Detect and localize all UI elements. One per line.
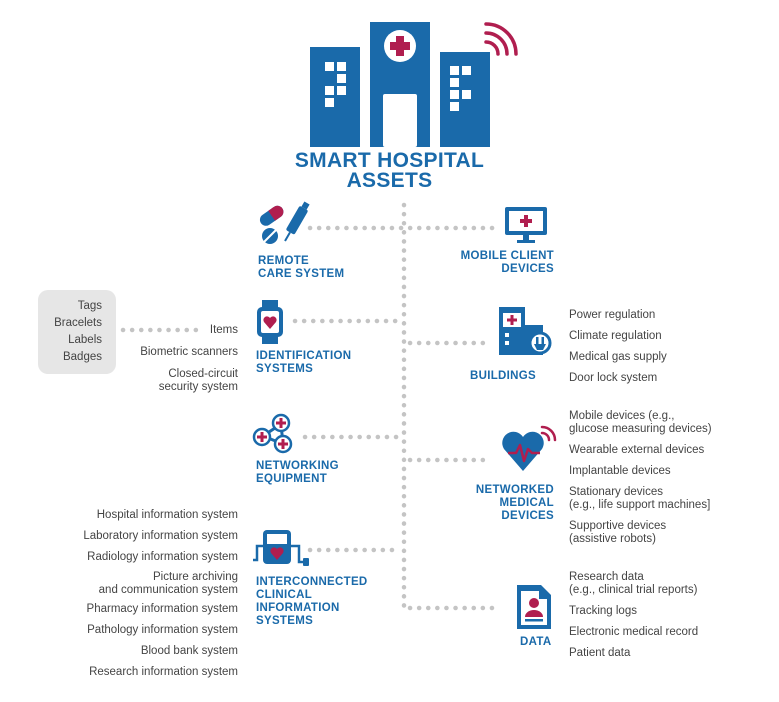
medical-devices-label: NETWORKED MEDICAL DEVICES: [475, 484, 554, 522]
items-label: Items: [209, 324, 238, 336]
monitor-cross-icon: [505, 207, 547, 243]
identification-label: IDENTIFICATION SYSTEMS: [256, 350, 352, 375]
networking-label: NETWORKING EQUIPMENT: [256, 460, 339, 485]
building-plug-icon: [499, 307, 552, 355]
data-list: Research data (e.g., clinical trial repo…: [569, 571, 699, 659]
buildings-list: Power regulation Climate regulation Medi…: [569, 309, 667, 384]
remote-care-label: REMOTE CARE SYSTEM: [258, 255, 345, 280]
tag-types-list: Tags Bracelets Labels Badges: [54, 300, 102, 363]
medical-device-icon: [253, 530, 309, 566]
document-person-icon: [517, 585, 551, 629]
biometric-scanners: Biometric scanners: [140, 346, 238, 358]
clinical-systems-label: INTERCONNECTED CLINICAL INFORMATION SYST…: [256, 576, 368, 627]
mobile-devices-label: MOBILE CLIENT DEVICES: [460, 250, 554, 275]
smartwatch-heart-icon: [257, 300, 283, 344]
data-label: DATA: [520, 636, 552, 648]
network-nodes-icon: [252, 413, 293, 454]
cctv-security: Closed-circuit security system: [158, 368, 238, 393]
heart-wireless-icon: [502, 425, 557, 471]
pills-syringe-icon: [259, 201, 310, 244]
buildings-label: BUILDINGS: [470, 370, 536, 382]
clinical-systems-list: Hospital information system Laboratory i…: [83, 509, 238, 678]
medical-devices-list: Mobile devices (e.g., glucose measuring …: [569, 410, 712, 545]
